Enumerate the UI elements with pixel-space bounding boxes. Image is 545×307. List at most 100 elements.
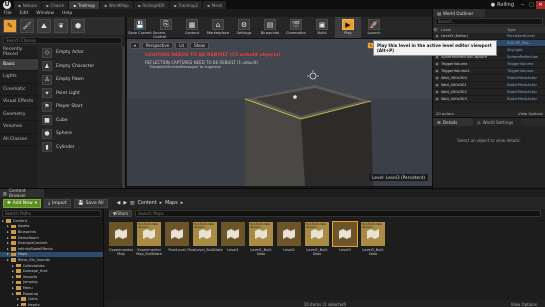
expand-arrow-icon[interactable]: ▸ [12, 286, 14, 290]
unreal-logo-icon[interactable]: U [3, 0, 11, 9]
label-column-header[interactable]: Label [441, 27, 507, 32]
crumb-maps[interactable]: Maps [165, 201, 178, 206]
visibility-eye-icon[interactable]: ◉ [433, 90, 441, 94]
geometry-mode-icon[interactable]: ⬢ [71, 19, 85, 33]
placeable-item[interactable]: ■ Cube [40, 114, 124, 128]
content-browser-tab[interactable]: ▥ Content Browser [0, 188, 44, 198]
source-control-button[interactable]: ⎘ Source Control [153, 17, 179, 39]
asset-tile[interactable]: Map Build Data Registry Level2_Built Data [304, 222, 330, 266]
save-current-button[interactable]: 💾 Save Current [127, 17, 153, 38]
document-tab[interactable]: ▪ RollingHDR [133, 1, 170, 9]
asset-tile[interactable]: Map Build Data Registry Experimental Map_… [136, 222, 162, 266]
menu-item-edit[interactable]: Edit [16, 11, 33, 16]
asset-tile[interactable]: Map Build Data Registry FinalLevel_BuiltD… [187, 222, 223, 266]
save-all-button[interactable]: 💾 Save All [73, 198, 108, 208]
expand-arrow-icon[interactable]: ▸ [7, 236, 9, 240]
placeable-item[interactable]: ● Sphere [40, 127, 124, 141]
expand-arrow-icon[interactable]: ▸ [12, 292, 14, 296]
outliner-row[interactable]: ◉ Wall_400x300 StaticMeshActor [433, 75, 545, 82]
expand-arrow-icon[interactable]: ▸ [17, 303, 19, 307]
expand-arrow-icon[interactable]: ▸ [7, 247, 9, 251]
asset-tile[interactable]: Level1 [220, 222, 246, 266]
cinematics-button[interactable]: 🎬 Cinematics [283, 17, 309, 38]
settings-button[interactable]: ⚙ Settings [231, 17, 257, 38]
category-item[interactable]: Basic [0, 58, 38, 71]
document-tab[interactable]: ▪ WorldMap [100, 1, 134, 9]
expand-arrow-icon[interactable]: ▸ [7, 230, 9, 234]
close-button[interactable]: ✕ [536, 0, 545, 9]
document-tab[interactable]: ▪ Trailmap [69, 1, 101, 9]
visibility-eye-icon[interactable]: ◉ [433, 69, 441, 73]
import-button[interactable]: ⤓ Import [44, 198, 71, 208]
placeable-item[interactable]: ✦ Point Light [40, 87, 124, 101]
asset-tile[interactable]: Map Build Data Registry Level1_Built Data [248, 222, 274, 266]
visibility-eye-icon[interactable]: ◉ [433, 76, 441, 80]
expand-arrow-icon[interactable]: ▸ [2, 219, 4, 223]
asset-search-input[interactable]: Search Maps [135, 210, 541, 217]
visibility-eye-icon[interactable]: ◉ [433, 34, 441, 38]
placeable-item[interactable]: ♙ Empty Pawn [40, 73, 124, 87]
document-tab[interactable]: ▪ Nebula [14, 1, 42, 9]
category-item[interactable]: Geometry [0, 109, 38, 121]
world-outliner-tab[interactable]: ▤ World Outliner [433, 9, 485, 17]
menu-item-file[interactable]: File [0, 11, 16, 16]
forward-arrow-icon[interactable]: ▶ [123, 201, 127, 206]
expand-arrow-icon[interactable]: ▸ [12, 269, 14, 273]
placeable-item[interactable]: ⚑ Player Start [40, 100, 124, 114]
perspective-button[interactable]: Perspective [142, 42, 174, 49]
viewport-menu-button[interactable]: ▾ [130, 42, 141, 49]
asset-tile[interactable]: Experimental Map [108, 222, 134, 266]
expand-arrow-icon[interactable]: ▸ [7, 252, 9, 256]
expand-arrow-icon[interactable]: ▸ [7, 258, 9, 262]
build-button[interactable]: ▣ Build [309, 17, 335, 38]
outliner-row[interactable]: ◉ TriggerVolume2 TriggerVolume [433, 68, 545, 75]
expand-arrow-icon[interactable]: ▸ [7, 224, 9, 228]
menu-item-help[interactable]: Help [58, 11, 76, 16]
placeable-item[interactable]: ♟ Empty Character [40, 60, 124, 74]
asset-tile[interactable]: FinalLevel [164, 222, 190, 266]
document-tab[interactable]: ▪ Trailmap2 [169, 1, 204, 9]
expand-arrow-icon[interactable]: ▸ [17, 297, 19, 301]
category-item[interactable]: Volumes [0, 121, 38, 134]
content-button[interactable]: ▦ Content [179, 17, 205, 38]
minimize-button[interactable]: ─ [518, 1, 527, 9]
outliner-row[interactable]: ◉ TriggerVolume TriggerVolume [433, 61, 545, 68]
details-tab[interactable]: ☰ Details [433, 118, 473, 126]
asset-tile[interactable]: Level3 [332, 221, 358, 266]
category-item[interactable]: Lights [0, 71, 38, 84]
crumb-content[interactable]: Content [138, 201, 157, 206]
outliner-row[interactable]: ◉ Wall_400x303 StaticMeshActor [433, 96, 545, 103]
marketplace-button[interactable]: ⌂ Marketplace [205, 17, 231, 38]
path-search-input[interactable]: Search Paths [2, 210, 101, 217]
paint-mode-icon[interactable]: 🖌 [20, 19, 34, 33]
play-button[interactable]: ▶ Play [335, 17, 361, 38]
folder-tree-item[interactable]: ▸ Hearts [0, 302, 103, 307]
lit-button[interactable]: Lit [175, 42, 189, 49]
foliage-mode-icon[interactable]: ❦ [54, 19, 68, 33]
category-item[interactable]: All Classes [0, 134, 38, 146]
document-tab[interactable]: ▪ Chasm [41, 1, 70, 9]
category-item[interactable]: Visual Effects [0, 96, 38, 109]
class-search-input[interactable]: Search Classes [3, 37, 122, 44]
expand-arrow-icon[interactable]: ▸ [12, 275, 14, 279]
add-new-button[interactable]: ✚ Add New ▾ [3, 198, 42, 208]
placeable-scrollbar[interactable] [122, 46, 125, 188]
outliner-view-options[interactable]: View Options [518, 111, 543, 116]
launch-button[interactable]: 🚀 Launch [361, 17, 387, 38]
expand-arrow-icon[interactable]: ▸ [7, 241, 9, 245]
outliner-search-input[interactable]: Search... [435, 18, 543, 25]
type-column-header[interactable]: Type [507, 27, 545, 32]
maximize-button[interactable]: □ [527, 1, 536, 9]
asset-view-options[interactable]: View Options [511, 302, 537, 307]
filters-button[interactable]: ▼ Filters [109, 210, 133, 217]
outliner-row[interactable]: ◉ Wall_400x302 StaticMeshActor [433, 89, 545, 96]
outliner-row[interactable]: ◉ Wall_400x301 StaticMeshActor [433, 82, 545, 89]
menu-item-window[interactable]: Window [32, 11, 58, 16]
world-settings-tab[interactable]: ◎ World Settings [473, 118, 523, 126]
level-viewport[interactable]: ▾ Perspective Lit Show ↖⟲⤢1010°0.254 LIG… [127, 39, 432, 186]
document-tab[interactable]: ▪ Mesh [203, 1, 228, 9]
expand-arrow-icon[interactable]: ▸ [12, 264, 14, 268]
category-item[interactable]: Recently Placed [0, 46, 38, 59]
visibility-eye-icon[interactable]: ◉ [433, 83, 441, 87]
category-item[interactable]: Cinematic [0, 84, 38, 96]
